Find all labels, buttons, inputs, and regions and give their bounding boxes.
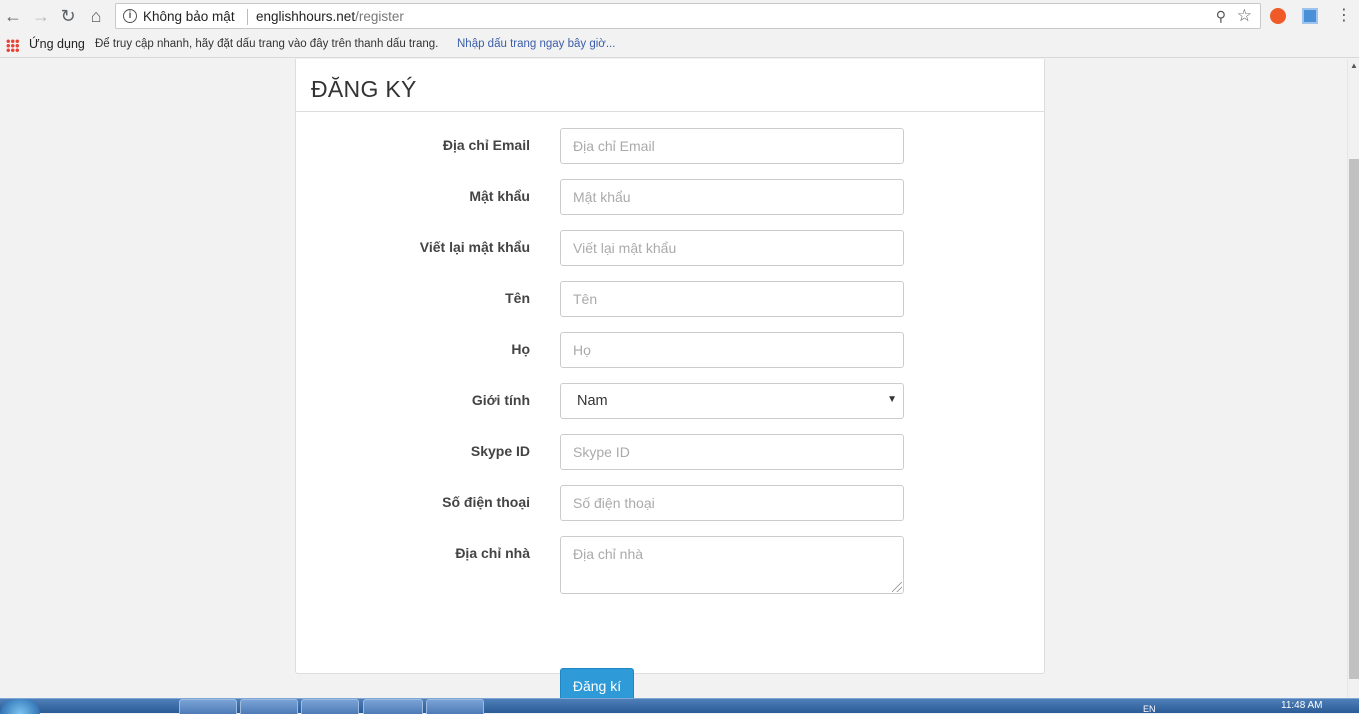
- browser-toolbar: ← → ↻ ⌂ i Không bảo mật englishhours.net…: [0, 0, 1359, 32]
- email-field[interactable]: [560, 128, 904, 164]
- chrome-taskbar-button[interactable]: [179, 699, 237, 714]
- paint-taskbar-button[interactable]: [301, 699, 359, 714]
- ie-icon[interactable]: [70, 699, 102, 714]
- panel-heading: ĐĂNG KÝ: [296, 59, 1044, 112]
- last-name-row: Họ: [296, 332, 1044, 368]
- page-scrollbar[interactable]: ▲: [1347, 59, 1359, 698]
- url-path: /register: [355, 9, 404, 24]
- first-name-label: Tên: [505, 290, 530, 306]
- email-label: Địa chỉ Email: [442, 137, 530, 153]
- caret-down-icon: ▼: [887, 394, 897, 405]
- skype-row: Skype ID: [296, 434, 1044, 470]
- first-name-row: Tên: [296, 281, 1044, 317]
- password-row: Mật khẩu: [296, 179, 1044, 215]
- forward-icon[interactable]: →: [30, 5, 52, 27]
- apps-grid-icon[interactable]: [6, 39, 19, 52]
- resize-grip-icon[interactable]: [892, 582, 902, 592]
- gender-label: Giới tính: [471, 392, 530, 408]
- taskbar: EN 11:48 AM: [0, 698, 1359, 714]
- folder-taskbar-button[interactable]: [240, 699, 298, 714]
- reload-icon[interactable]: ↻: [57, 5, 79, 27]
- scroll-thumb[interactable]: [1349, 159, 1359, 679]
- start-button[interactable]: [0, 699, 40, 714]
- url-host: englishhours.net: [256, 9, 356, 24]
- skype-label: Skype ID: [470, 443, 530, 459]
- last-name-label: Họ: [511, 341, 530, 357]
- register-button[interactable]: Đăng kí: [560, 668, 634, 698]
- last-name-field[interactable]: [560, 332, 904, 368]
- extension-icon[interactable]: [1302, 8, 1318, 24]
- address-row: Địa chỉ nhà: [296, 536, 1044, 594]
- security-label[interactable]: Không bảo mật: [143, 9, 235, 24]
- home-icon[interactable]: ⌂: [85, 5, 107, 27]
- password-field[interactable]: [560, 179, 904, 215]
- import-bookmarks-link[interactable]: Nhập dấu trang ngay bây giờ...: [457, 38, 615, 50]
- scroll-up-icon[interactable]: ▲: [1350, 61, 1358, 70]
- bookmarks-bar: Ứng dụng Để truy cập nhanh, hãy đặt dấu …: [0, 32, 1359, 58]
- phone-label: Số điện thoại: [442, 494, 530, 510]
- register-panel: ĐĂNG KÝ Địa chỉ Email Mật khẩu Viết lại …: [295, 59, 1045, 698]
- url-text[interactable]: englishhours.net/register: [256, 9, 404, 24]
- explorer-icon[interactable]: [128, 699, 160, 714]
- page-title: ĐĂNG KÝ: [311, 76, 417, 102]
- page-viewport: ĐĂNG KÝ Địa chỉ Email Mật khẩu Viết lại …: [0, 59, 1347, 698]
- browser-menu-icon[interactable]: ⋮: [1336, 6, 1352, 26]
- bookmark-star-icon[interactable]: ☆: [1237, 6, 1252, 26]
- key-icon[interactable]: ⚲: [1216, 8, 1226, 25]
- password-confirm-row: Viết lại mật khẩu: [296, 230, 1044, 266]
- password-confirm-field[interactable]: [560, 230, 904, 266]
- extension-icon[interactable]: [1270, 8, 1286, 24]
- address-field[interactable]: [560, 536, 904, 594]
- phone-field[interactable]: [560, 485, 904, 521]
- address-label: Địa chỉ nhà: [455, 545, 530, 561]
- gender-selected-value: Nam: [577, 393, 608, 409]
- password-label: Mật khẩu: [469, 188, 530, 204]
- word-taskbar-button[interactable]: [363, 699, 423, 714]
- address-bar[interactable]: i Không bảo mật englishhours.net/registe…: [115, 3, 1261, 29]
- skype-field[interactable]: [560, 434, 904, 470]
- back-icon[interactable]: ←: [2, 5, 24, 27]
- gender-row: Giới tính Nam ▼: [296, 383, 1044, 419]
- gender-select[interactable]: Nam ▼: [560, 383, 904, 419]
- clock[interactable]: 11:48 AM: [1281, 700, 1323, 711]
- divider: [247, 9, 248, 25]
- email-row: Địa chỉ Email: [296, 128, 1044, 164]
- info-icon[interactable]: i: [123, 9, 137, 23]
- first-name-field[interactable]: [560, 281, 904, 317]
- apps-bookmark[interactable]: Ứng dụng: [29, 37, 85, 51]
- phone-row: Số điện thoại: [296, 485, 1044, 521]
- skype-taskbar-button[interactable]: [426, 699, 484, 714]
- password-confirm-label: Viết lại mật khẩu: [419, 239, 530, 255]
- bookmarks-hint: Để truy cập nhanh, hãy đặt dấu trang vào…: [95, 38, 439, 50]
